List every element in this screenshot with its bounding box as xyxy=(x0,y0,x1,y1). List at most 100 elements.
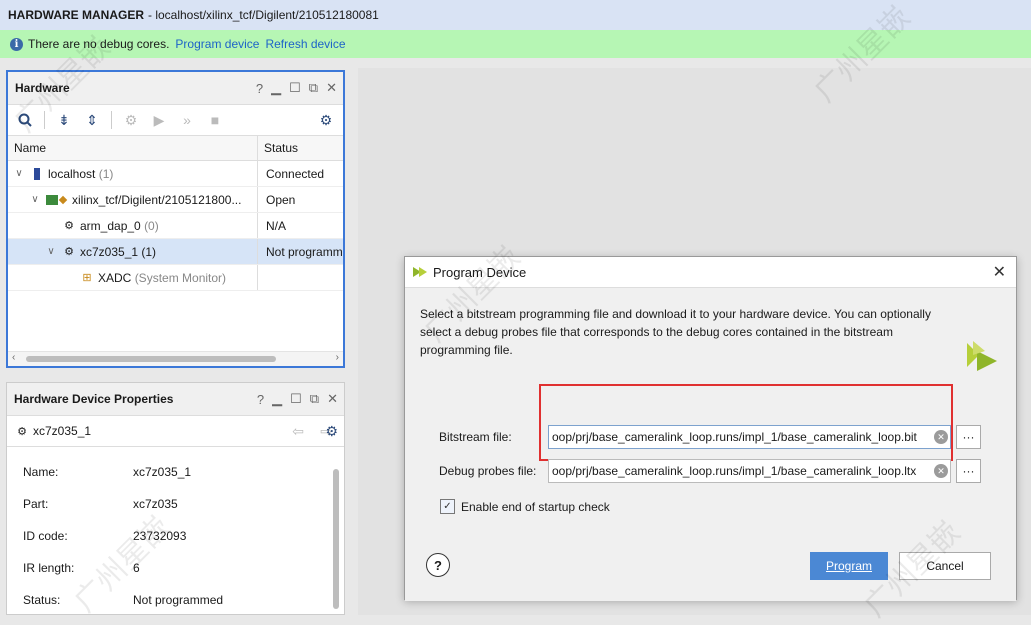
help-button[interactable]: ? xyxy=(426,553,450,577)
board-icon xyxy=(46,193,68,207)
tree-item-status: Open xyxy=(266,192,296,207)
property-value: 23732093 xyxy=(133,529,187,543)
property-value: xc7z035_1 xyxy=(133,465,192,479)
tree-row-xadc[interactable]: ⊞ XADC (System Monitor) xyxy=(8,265,343,291)
tree-column-header: Name Status xyxy=(8,136,343,161)
bitstream-file-value: oop/prj/base_cameralink_loop.runs/impl_1… xyxy=(552,430,917,444)
close-icon[interactable]: ✕ xyxy=(993,262,1006,282)
scrollbar-thumb[interactable] xyxy=(333,469,339,609)
column-name[interactable]: Name xyxy=(8,136,258,160)
program-button[interactable]: Program xyxy=(810,552,888,580)
tree-item-status: Connected xyxy=(266,166,325,181)
file-fields-highlight xyxy=(539,384,953,461)
dialog-body: Select a bitstream programming file and … xyxy=(405,287,1016,601)
properties-panel-header: Hardware Device Properties ? ▁ ☐ ⧉ ✕ xyxy=(7,383,344,416)
tree-item-label: arm_dap_0 xyxy=(80,218,141,233)
float-icon[interactable]: ⧉ xyxy=(309,80,318,96)
hardware-panel-title: Hardware xyxy=(15,81,70,95)
vivado-logo-icon xyxy=(965,341,999,378)
tree-item-type: (System Monitor) xyxy=(134,270,227,285)
toolbar-separator xyxy=(44,111,45,129)
vivado-logo-icon xyxy=(413,265,427,279)
checkbox-checked-icon[interactable]: ✓ xyxy=(440,499,455,514)
panel-header-icons: ? ▁ ☐ ⧉ ✕ xyxy=(257,383,338,415)
settings-icon[interactable]: ⚙ xyxy=(317,111,335,129)
minimize-icon[interactable]: ▁ xyxy=(271,80,281,96)
refresh-device-link[interactable]: Refresh device xyxy=(265,37,345,51)
tree-item-label: xilinx_tcf/Digilent/2105121800... xyxy=(72,192,242,207)
tree-row-device-selected[interactable]: ∨ ⚙ xc7z035_1 (1) Not programm xyxy=(8,239,343,265)
program-device-link[interactable]: Program device xyxy=(175,37,259,51)
dialog-description: Select a bitstream programming file and … xyxy=(420,307,931,357)
properties-device-name: xc7z035_1 xyxy=(33,424,92,438)
maximize-icon[interactable]: ☐ xyxy=(289,80,301,96)
tree-row-arm-dap[interactable]: ⚙ arm_dap_0 (0) N/A xyxy=(8,213,343,239)
tree-row-target[interactable]: ∨ xilinx_tcf/Digilent/2105121800... Open xyxy=(8,187,343,213)
info-icon: i xyxy=(10,37,23,51)
stop-icon[interactable]: ■ xyxy=(206,111,224,129)
close-icon[interactable]: ✕ xyxy=(327,391,338,407)
app-title: HARDWARE MANAGER xyxy=(8,8,144,22)
help-icon[interactable]: ? xyxy=(256,81,263,96)
scroll-right-icon[interactable]: › xyxy=(336,352,339,363)
tree-item-status: N/A xyxy=(266,218,287,233)
property-row: Part: xc7z035 xyxy=(23,497,178,511)
device-properties-panel: Hardware Device Properties ? ▁ ☐ ⧉ ✕ ⚙ x… xyxy=(6,382,345,615)
cancel-button[interactable]: Cancel xyxy=(899,552,991,580)
chip-icon: ⚙ xyxy=(64,246,74,258)
checkbox-label: Enable end of startup check xyxy=(461,499,610,514)
minimize-icon[interactable]: ▁ xyxy=(272,391,282,407)
tree-row-localhost[interactable]: ∨ localhost (1) Connected xyxy=(8,161,343,187)
chip-icon: ⚙ xyxy=(64,220,74,232)
close-icon[interactable]: ✕ xyxy=(326,80,337,96)
back-arrow-icon[interactable]: ⇦ xyxy=(292,423,304,440)
tree-item-label: localhost xyxy=(48,166,96,181)
bitstream-file-input[interactable]: oop/prj/base_cameralink_loop.runs/impl_1… xyxy=(548,425,951,449)
search-icon[interactable] xyxy=(16,111,34,129)
tree-item-count: (0) xyxy=(144,218,159,233)
property-row: Status: Not programmed xyxy=(23,593,223,607)
chip-icon: ⚙ xyxy=(17,425,27,438)
browse-bitstream-button[interactable]: ··· xyxy=(956,425,981,449)
run-immediate-icon[interactable]: » xyxy=(178,111,196,129)
float-icon[interactable]: ⧉ xyxy=(310,391,319,407)
clear-icon[interactable]: ✕ xyxy=(934,464,948,478)
probes-file-value: oop/prj/base_cameralink_loop.runs/impl_1… xyxy=(552,464,917,478)
property-key: Part: xyxy=(23,497,49,511)
debug-probes-file-input[interactable]: oop/prj/base_cameralink_loop.runs/impl_1… xyxy=(548,459,951,483)
hardware-toolbar: ⇟ ⇕ ⚙ ▶ » ■ ⚙ xyxy=(8,105,343,136)
settings-icon[interactable]: ⚙ xyxy=(325,423,338,440)
property-key: ID code: xyxy=(23,529,68,543)
chevron-down-icon[interactable]: ∨ xyxy=(44,246,58,257)
dialog-title: Program Device xyxy=(433,264,527,280)
scroll-left-icon[interactable]: ‹ xyxy=(12,352,15,363)
run-trigger-icon[interactable]: ▶ xyxy=(150,111,168,129)
tree-item-label: XADC xyxy=(98,270,132,285)
maximize-icon[interactable]: ☐ xyxy=(290,391,302,407)
expand-all-icon[interactable]: ⇕ xyxy=(83,111,101,129)
property-row: Name: xc7z035_1 xyxy=(23,465,191,479)
horizontal-scrollbar[interactable]: ‹ › xyxy=(8,351,343,366)
property-key: Status: xyxy=(23,593,61,607)
info-message: There are no debug cores. xyxy=(28,37,170,51)
column-status[interactable]: Status xyxy=(258,136,343,160)
properties-panel-title: Hardware Device Properties xyxy=(14,392,174,406)
clear-icon[interactable]: ✕ xyxy=(934,430,948,444)
tree-item-label: xc7z035_1 xyxy=(80,244,139,259)
startup-check-checkbox[interactable]: ✓ Enable end of startup check xyxy=(440,499,610,514)
program-device-dialog: Program Device ✕ Select a bitstream prog… xyxy=(404,256,1017,601)
scrollbar-thumb[interactable] xyxy=(26,356,276,362)
connect-icon[interactable]: ⚙ xyxy=(122,111,140,129)
help-icon[interactable]: ? xyxy=(257,392,264,407)
vertical-scrollbar[interactable] xyxy=(330,453,342,613)
panel-header-icons: ? ▁ ☐ ⧉ ✕ xyxy=(256,72,337,104)
chevron-down-icon[interactable]: ∨ xyxy=(12,168,26,179)
property-key: Name: xyxy=(23,465,59,479)
property-row: IR length: 6 xyxy=(23,561,140,575)
dialog-titlebar: Program Device ✕ xyxy=(405,257,1016,287)
collapse-all-icon[interactable]: ⇟ xyxy=(55,111,73,129)
property-value: xc7z035 xyxy=(133,497,178,511)
property-value: Not programmed xyxy=(133,593,224,607)
browse-probes-button[interactable]: ··· xyxy=(956,459,981,483)
chevron-down-icon[interactable]: ∨ xyxy=(28,194,42,205)
